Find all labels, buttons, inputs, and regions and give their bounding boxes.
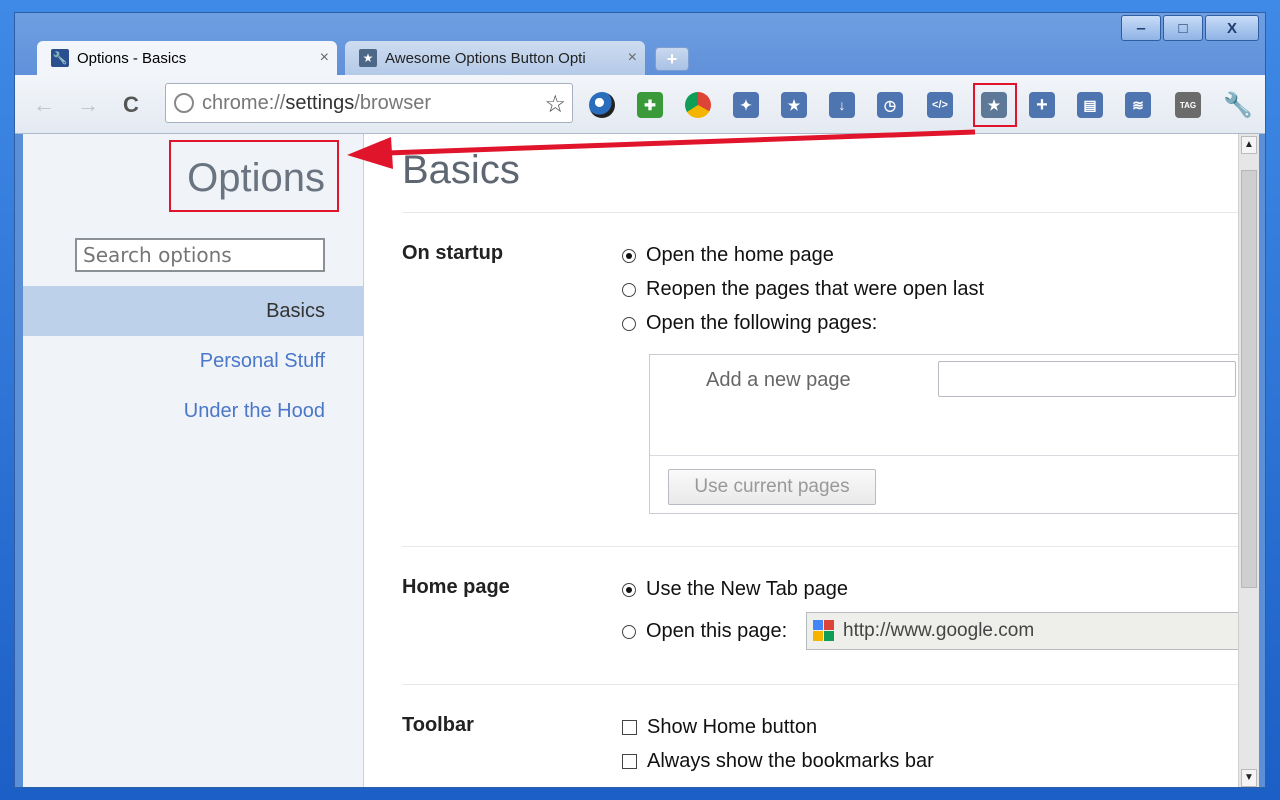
browser-window: ‒ □ X 🔧 Options - Basics × ★ Awesome Opt… [14, 12, 1266, 788]
annotation-arrow [347, 129, 976, 169]
